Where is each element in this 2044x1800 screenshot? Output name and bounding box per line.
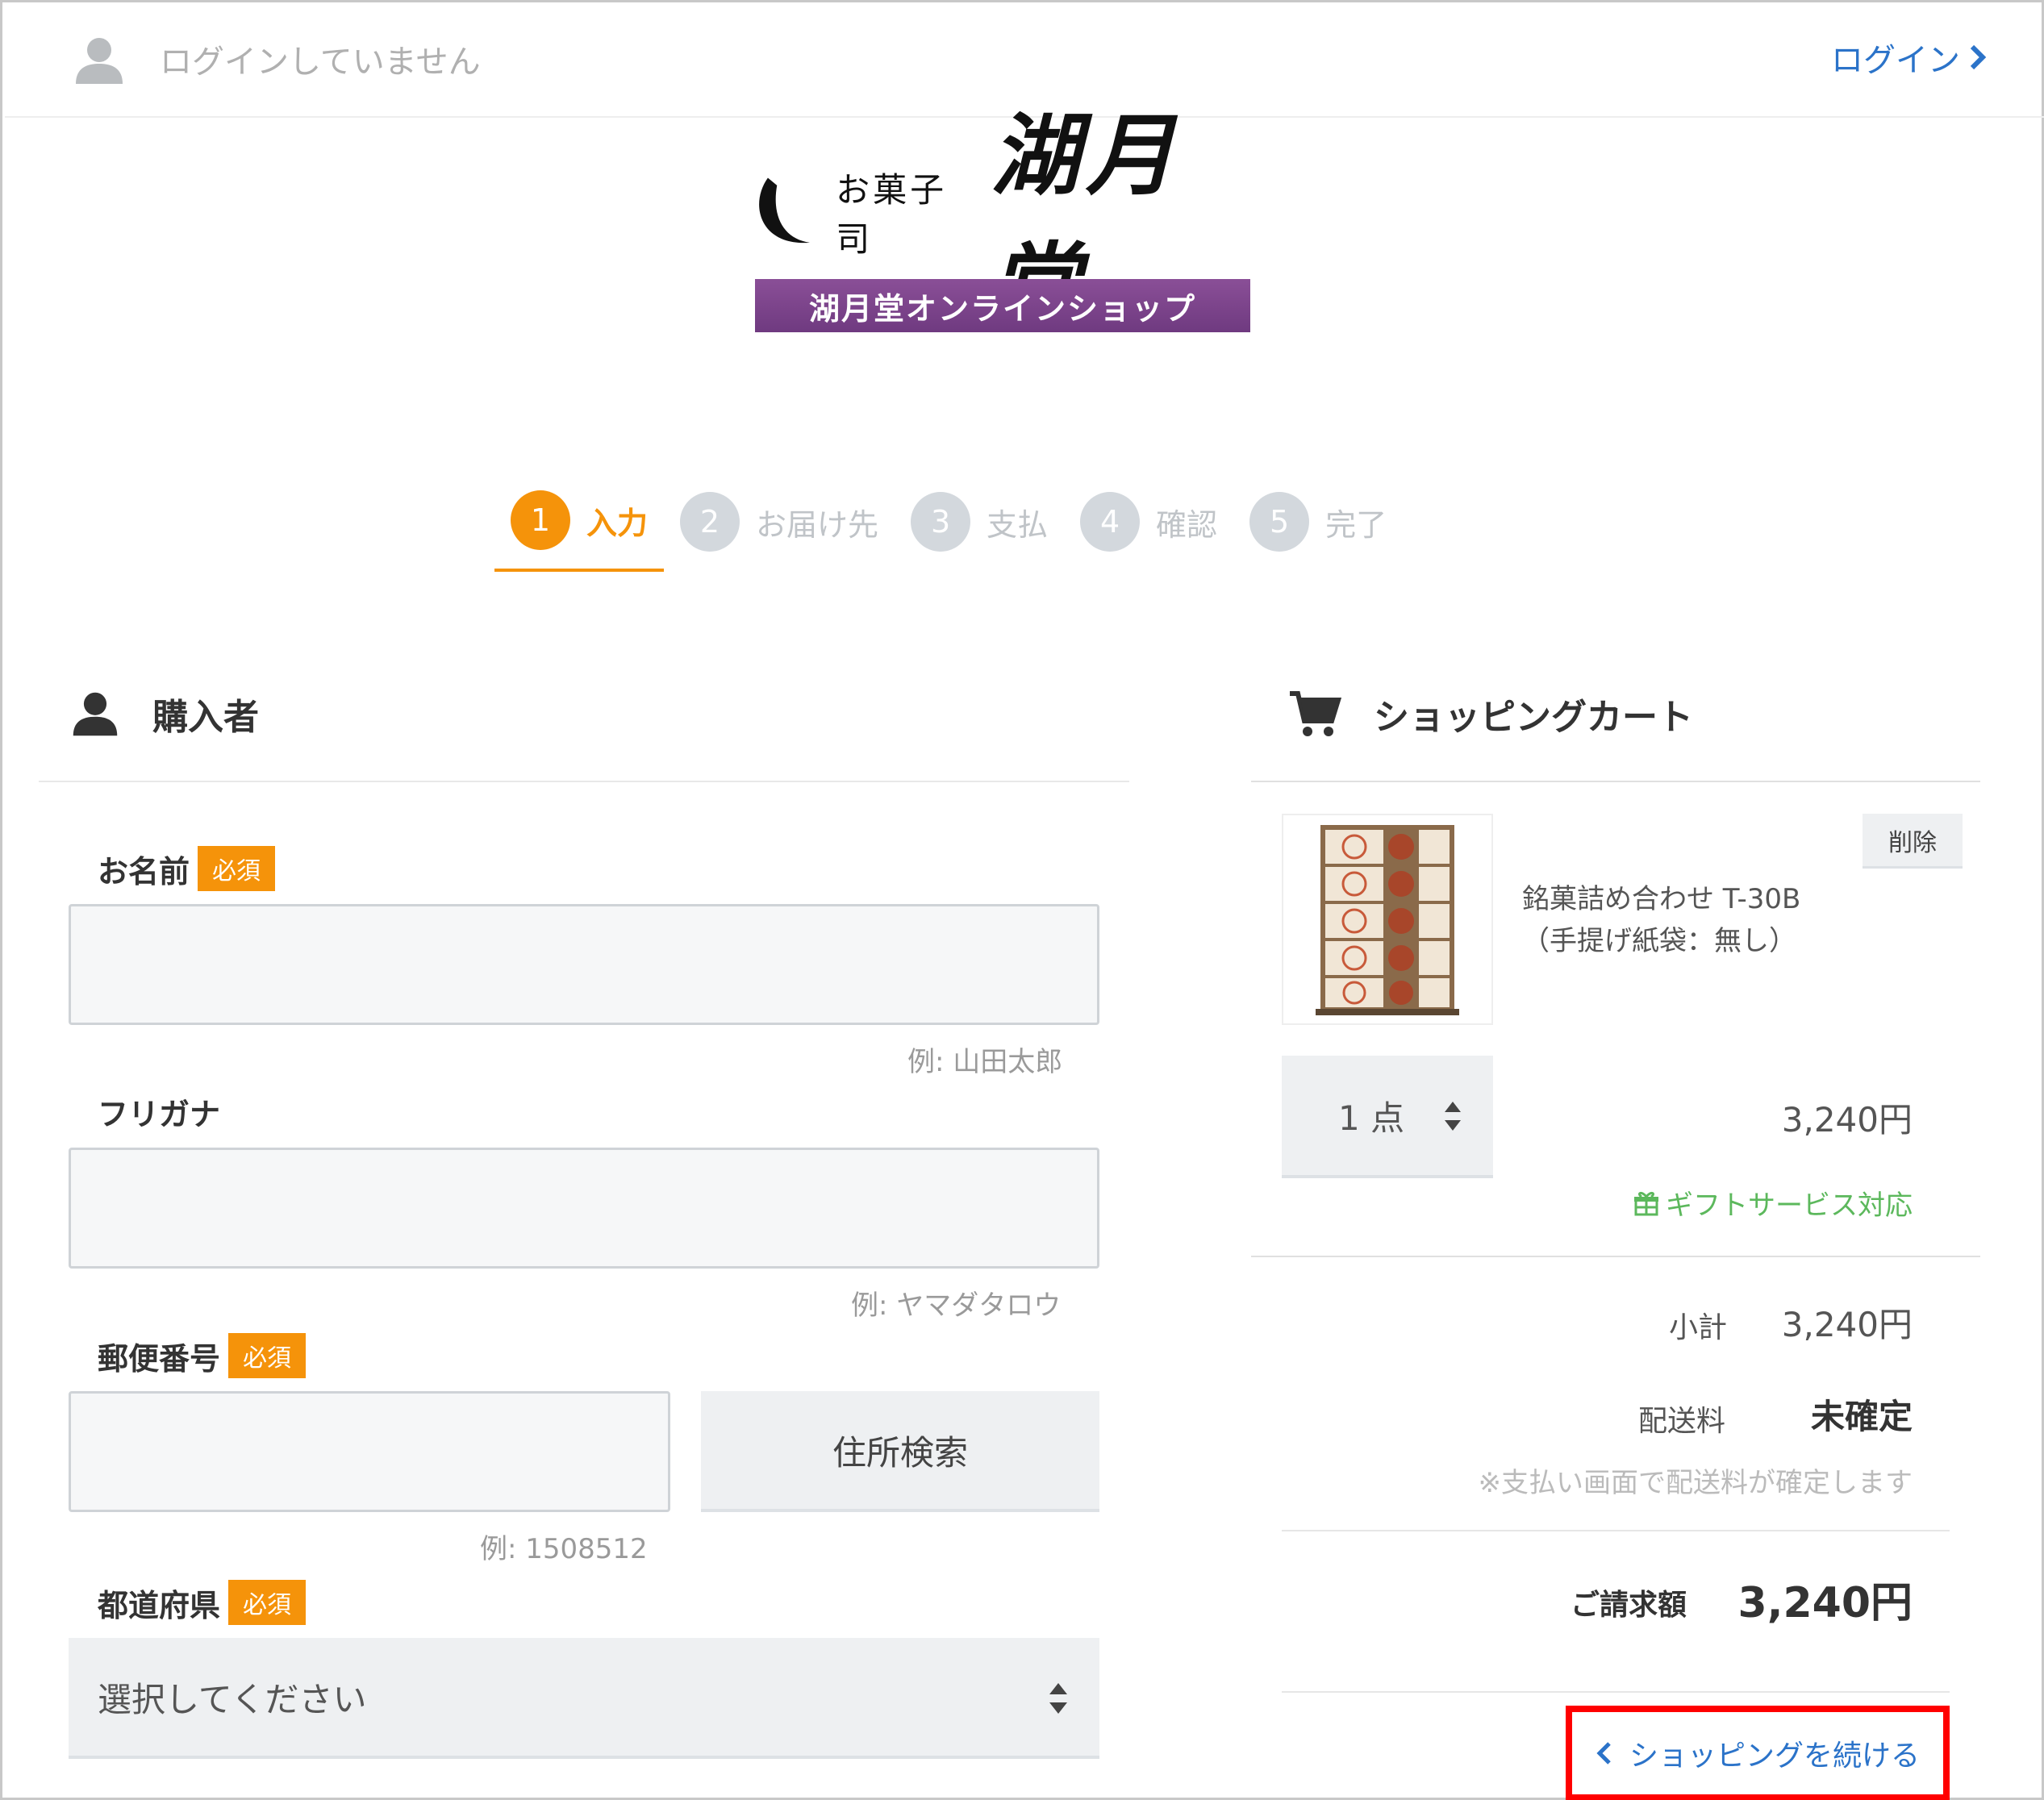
logo-wordmark: お菓子司 湖月堂 [753, 103, 1261, 336]
zip-input[interactable] [69, 1391, 670, 1512]
divider [1282, 1691, 1950, 1693]
step-label: 入力 [586, 505, 649, 541]
required-badge: 必須 [228, 1580, 307, 1625]
product-name-line2: （手提げ紙袋：無し） [1522, 925, 1796, 957]
user-icon [73, 692, 118, 736]
product-name[interactable]: 銘菓詰め合わせ T-30B （手提げ紙袋：無し） [1522, 878, 1800, 962]
page-frame: ログインしていません ログイン お菓子司 湖月堂 湖月堂オンラインショップ 1 … [0, 0, 2044, 1800]
step-confirm: 4 確認 [1064, 488, 1233, 556]
checkout-steps: 1 入力 2 お届け先 3 支払 4 確認 5 完了 [494, 488, 1403, 577]
name-label-text: お名前 [98, 853, 190, 890]
kana-hint: 例: ヤマダタロウ [851, 1290, 1062, 1322]
continue-shopping-label: ショッピングを続ける [1629, 1740, 1920, 1773]
step-complete: 5 完了 [1233, 488, 1403, 556]
shop-logo[interactable]: お菓子司 湖月堂 湖月堂オンラインショップ [753, 103, 1261, 337]
continue-shopping-link[interactable]: ショッピングを続ける [1566, 1706, 1950, 1800]
total-label: ご請求額 [1571, 1589, 1687, 1622]
prefecture-label: 都道府県 必須 [98, 1580, 307, 1625]
user-icon [76, 38, 123, 84]
cart-section-title: ショッピングカート [1374, 697, 1693, 738]
shipping-label: 配送料 [1638, 1405, 1726, 1438]
step-label: 支払 [987, 506, 1049, 543]
product-box-icon [1316, 825, 1459, 1015]
select-arrows-icon [1445, 1102, 1461, 1131]
prefecture-label-text: 都道府県 [98, 1587, 221, 1623]
step-number: 5 [1249, 492, 1310, 552]
subtotal-value: 3,240円 [1781, 1305, 1913, 1344]
name-label: お名前 必須 [98, 846, 276, 891]
product-name-line1: 銘菓詰め合わせ T-30B [1522, 883, 1801, 915]
step-number: 1 [511, 490, 570, 550]
login-link-label: ログイン [1831, 42, 1960, 79]
gift-service-badge: ギフトサービス対応 [1633, 1183, 1913, 1223]
step-payment: 3 支払 [895, 488, 1064, 556]
step-label: 完了 [1325, 506, 1387, 543]
step-number: 3 [911, 492, 971, 552]
cart-section-header: ショッピングカート [1288, 688, 1693, 740]
step-delivery: 2 お届け先 [664, 488, 895, 556]
zip-hint: 例: 1508512 [480, 1533, 648, 1565]
quantity-select[interactable]: 1 点 [1282, 1056, 1493, 1178]
zip-label: 郵便番号 必須 [98, 1333, 307, 1378]
divider [1251, 1256, 1980, 1257]
divider [1282, 1530, 1950, 1531]
kana-input[interactable] [69, 1148, 1099, 1269]
prefecture-selected-value: 選択してください [98, 1679, 367, 1719]
total-value: 3,240円 [1737, 1579, 1913, 1627]
select-arrows-icon [1049, 1683, 1067, 1714]
shipping-note: ※支払い画面で配送料が確定します [1478, 1467, 1913, 1499]
name-input[interactable] [69, 904, 1099, 1025]
buyer-section-title: 購入者 [152, 697, 259, 738]
logo-banner: 湖月堂オンラインショップ [755, 279, 1250, 332]
gift-service-text: ギフトサービス対応 [1666, 1190, 1913, 1222]
product-image[interactable] [1282, 814, 1493, 1025]
kana-label-text: フリガナ [98, 1097, 221, 1132]
required-badge: 必須 [228, 1333, 307, 1378]
step-number: 4 [1080, 492, 1141, 552]
chevron-right-icon [1970, 44, 1987, 70]
zip-label-text: 郵便番号 [98, 1340, 221, 1377]
chevron-left-icon [1596, 1742, 1611, 1765]
shipping-value: 未確定 [1810, 1397, 1913, 1436]
crescent-moon-icon [759, 177, 810, 244]
required-badge: 必須 [198, 846, 276, 891]
divider [1251, 781, 1980, 782]
name-hint: 例: 山田太郎 [907, 1046, 1063, 1078]
login-link[interactable]: ログイン [1831, 34, 1988, 81]
login-status-text: ログインしていません [160, 44, 481, 81]
kana-label: フリガナ [98, 1090, 220, 1134]
logo-small-text: お菓子司 [836, 170, 948, 259]
prefecture-select[interactable]: 選択してください [69, 1638, 1099, 1759]
step-input: 1 入力 [494, 488, 665, 572]
delete-button[interactable]: 削除 [1863, 814, 1963, 869]
quantity-value: 1 点 [1338, 1098, 1405, 1138]
step-label: 確認 [1156, 506, 1218, 543]
divider [39, 781, 1129, 782]
shopping-cart-icon [1290, 691, 1341, 736]
item-price: 3,240円 [1781, 1100, 1913, 1140]
buyer-section-header: 購入者 [70, 688, 259, 740]
step-label: お届け先 [756, 506, 879, 543]
subtotal-label: 小計 [1669, 1311, 1728, 1344]
address-search-button[interactable]: 住所検索 [701, 1391, 1099, 1512]
gift-icon [1634, 1191, 1658, 1215]
step-number: 2 [680, 492, 740, 552]
